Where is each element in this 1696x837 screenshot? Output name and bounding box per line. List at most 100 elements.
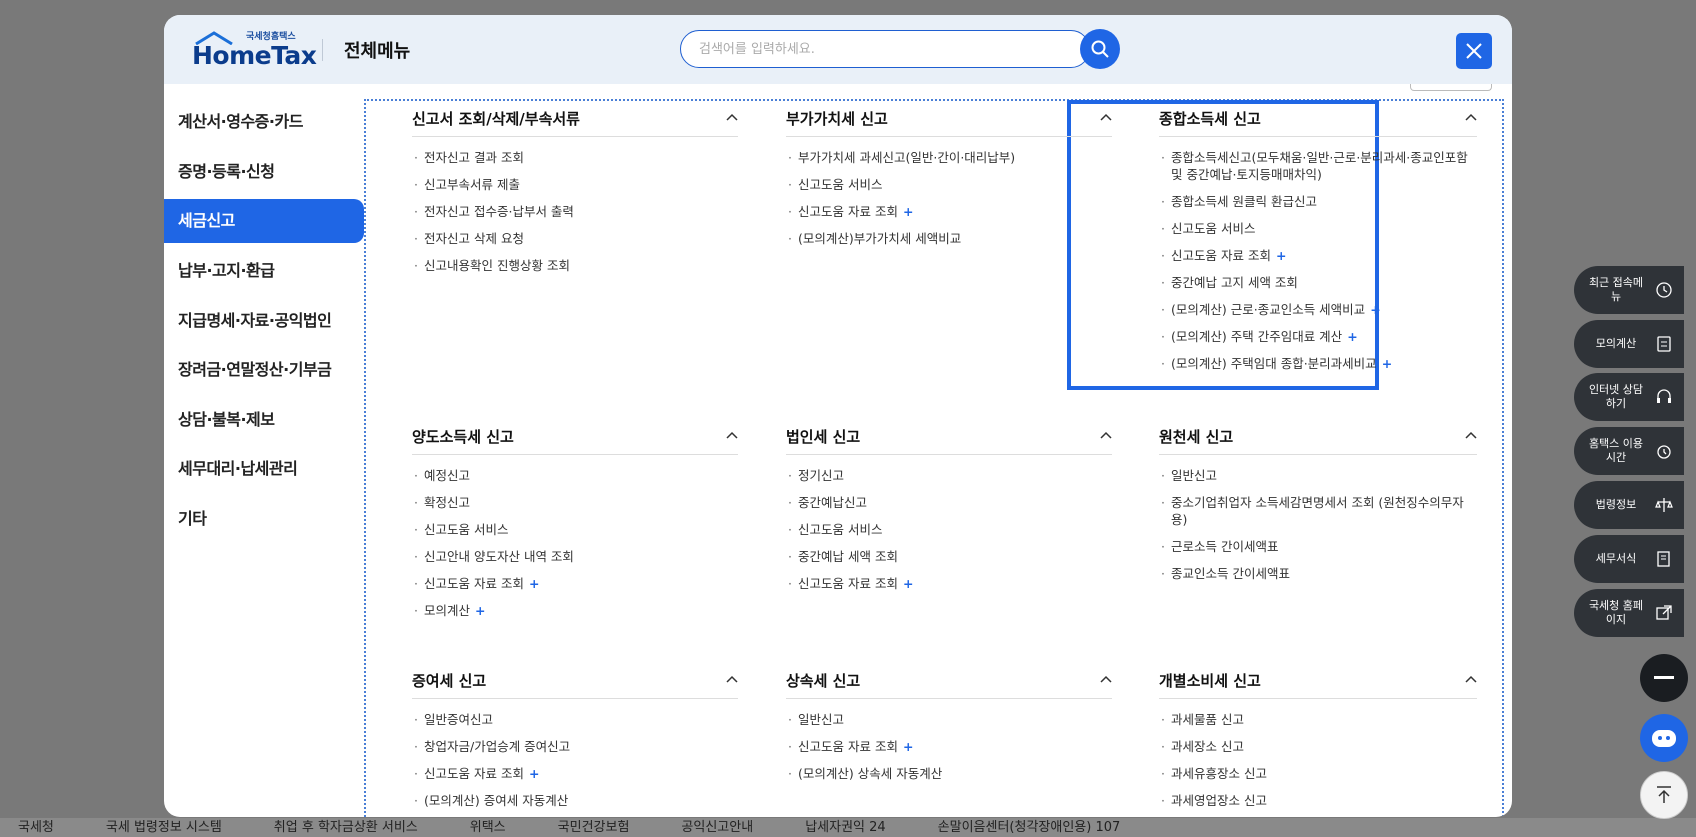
menu-link[interactable]: (모의계산) 주택 간주임대료 계산 +	[1159, 328, 1477, 345]
section-title: 개별소비세 신고	[1159, 671, 1261, 690]
search-button[interactable]	[1080, 29, 1120, 69]
menu-link[interactable]: 신고도움 자료 조회 +	[412, 765, 738, 782]
expand-plus-icon[interactable]: +	[903, 204, 913, 219]
quick-menu-button[interactable]: 인터넷 상담하기	[1574, 373, 1684, 421]
sidebar-item[interactable]: 계산서·영수증·카드	[164, 97, 364, 147]
menu-link-label: 신고도움 서비스	[424, 522, 509, 537]
menu-link[interactable]: (모의계산) 근로·종교인소득 세액비교 +	[1159, 301, 1477, 318]
menu-link[interactable]: 신고부속서류 제출	[412, 176, 738, 193]
menu-link[interactable]: 일반신고	[1159, 467, 1477, 484]
footer-link[interactable]: 위택스	[452, 818, 540, 837]
collapse-quick-menu-button[interactable]	[1640, 654, 1688, 702]
chevron-up-icon	[1100, 675, 1112, 683]
menu-link[interactable]: 종합소득세신고(모두채움·일반·근로·분리과세·종교인포함 및 중간예납·토지등…	[1159, 149, 1477, 183]
menu-link[interactable]: (모의계산) 주택임대 종합·분리과세비교 +	[1159, 355, 1477, 372]
quick-menu-button[interactable]: 국세청 홈페이지	[1574, 589, 1684, 637]
quick-menu-button[interactable]: 법령정보	[1574, 481, 1684, 529]
menu-link[interactable]: 전자신고 결과 조회	[412, 149, 738, 166]
expand-plus-icon[interactable]: +	[1370, 302, 1380, 317]
sidebar-item[interactable]: 세무대리·납세관리	[164, 444, 364, 494]
menu-link[interactable]: 신고도움 자료 조회 +	[412, 575, 738, 592]
footer-link[interactable]: 국세 법령정보 시스템	[88, 818, 256, 837]
menu-link[interactable]: 신고도움 자료 조회 +	[1159, 247, 1477, 264]
menu-link[interactable]: 신고도움 서비스	[1159, 220, 1477, 237]
menu-link[interactable]: 신고도움 서비스	[786, 176, 1112, 193]
menu-link[interactable]: 중간예납 고지 세액 조회	[1159, 274, 1477, 291]
section-header[interactable]: 개별소비세 신고	[1159, 662, 1477, 699]
section-header[interactable]: 신고서 조회/삭제/부속서류	[412, 100, 738, 137]
menu-link[interactable]: 전자신고 접수증·납부서 출력	[412, 203, 738, 220]
menu-link[interactable]: 종교인소득 간이세액표	[1159, 565, 1477, 582]
menu-link[interactable]: 과세장소 신고	[1159, 738, 1477, 755]
expand-plus-icon[interactable]: +	[1382, 356, 1392, 371]
sidebar-item[interactable]: 지급명세·자료·공익법인	[164, 296, 364, 346]
menu-link[interactable]: 신고도움 자료 조회 +	[786, 575, 1112, 592]
quick-menu-button[interactable]: 모의계산	[1574, 320, 1684, 368]
footer-link[interactable]: 손말이음센터(청각장애인용) 107	[920, 818, 1155, 837]
menu-link[interactable]: 과세영업장소 신고	[1159, 792, 1477, 809]
partial-button[interactable]	[1410, 84, 1492, 91]
menu-link[interactable]: 신고도움 서비스	[412, 521, 738, 538]
menu-link[interactable]: 중소기업취업자 소득세감면명세서 조회 (원천징수의무자용)	[1159, 494, 1477, 528]
menu-link[interactable]: 창업자금/가업승계 증여신고	[412, 738, 738, 755]
menu-link[interactable]: 중간예납 세액 조회	[786, 548, 1112, 565]
section-header[interactable]: 종합소득세 신고	[1159, 100, 1477, 137]
expand-plus-icon[interactable]: +	[903, 576, 913, 591]
expand-plus-icon[interactable]: +	[903, 739, 913, 754]
menu-link[interactable]: 신고도움 서비스	[786, 521, 1112, 538]
sidebar-item[interactable]: 기타	[164, 494, 364, 544]
section-header[interactable]: 원천세 신고	[1159, 418, 1477, 455]
sidebar-item[interactable]: 납부·고지·환급	[164, 246, 364, 296]
menu-link[interactable]: 부가가치세 과세신고(일반·간이·대리납부)	[786, 149, 1112, 166]
quick-menu-button[interactable]: 세무서식	[1574, 535, 1684, 583]
menu-link[interactable]: 신고도움 자료 조회 +	[786, 738, 1112, 755]
menu-link[interactable]: 중간예납신고	[786, 494, 1112, 511]
expand-plus-icon[interactable]: +	[529, 576, 539, 591]
menu-link[interactable]: 확정신고	[412, 494, 738, 511]
menu-link[interactable]: (모의계산) 상속세 자동계산	[786, 765, 1112, 782]
menu-link[interactable]: 일반신고	[786, 711, 1112, 728]
section-header[interactable]: 법인세 신고	[786, 418, 1112, 455]
menu-link[interactable]: 종합소득세 원클릭 환급신고	[1159, 193, 1477, 210]
footer-link[interactable]: 납세자권익 24	[787, 818, 919, 837]
scroll-top-button[interactable]	[1640, 771, 1688, 819]
menu-link[interactable]: (모의계산)부가가치세 세액비교	[786, 230, 1112, 247]
footer-link[interactable]: 국민건강보험	[540, 818, 664, 837]
sidebar-item[interactable]: 증명·등록·신청	[164, 147, 364, 197]
sidebar-item[interactable]: 상담·불복·제보	[164, 395, 364, 445]
full-menu-modal: 국세청홈택스 HomeTax 전체메뉴 계산서·영수증·카드 증명·등록·신청 …	[164, 15, 1512, 817]
chevron-up-icon	[1100, 431, 1112, 439]
menu-link[interactable]: 신고안내 양도자산 내역 조회	[412, 548, 738, 565]
sidebar-item[interactable]: 장려금·연말정산·기부금	[164, 345, 364, 395]
footer-link[interactable]: 국세청	[0, 818, 88, 837]
section-header[interactable]: 부가가치세 신고	[786, 100, 1112, 137]
menu-link[interactable]: 과세유흥장소 신고	[1159, 765, 1477, 782]
menu-link[interactable]: 근로소득 간이세액표	[1159, 538, 1477, 555]
section-header[interactable]: 증여세 신고	[412, 662, 738, 699]
menu-link[interactable]: (모의계산) 증여세 자동계산	[412, 792, 738, 809]
menu-link[interactable]: 신고도움 자료 조회 +	[786, 203, 1112, 220]
menu-link[interactable]: 모의계산 +	[412, 602, 738, 619]
section-header[interactable]: 양도소득세 신고	[412, 418, 738, 455]
quick-menu-button[interactable]: 홈택스 이용시간	[1574, 427, 1684, 475]
footer-link[interactable]: 공익신고안내	[663, 818, 787, 837]
chatbot-button[interactable]	[1640, 714, 1688, 762]
menu-link[interactable]: 신고내용확인 진행상황 조회	[412, 257, 738, 274]
search-input[interactable]	[680, 30, 1090, 68]
menu-link[interactable]: 과세물품 신고	[1159, 711, 1477, 728]
expand-plus-icon[interactable]: +	[529, 766, 539, 781]
section-header[interactable]: 상속세 신고	[786, 662, 1112, 699]
expand-plus-icon[interactable]: +	[475, 603, 485, 618]
menu-link[interactable]: 일반증여신고	[412, 711, 738, 728]
hometax-logo[interactable]: 국세청홈택스 HomeTax	[192, 29, 317, 73]
sidebar-item-active[interactable]: 세금신고	[164, 199, 364, 243]
quick-menu-button[interactable]: 최근 접속메뉴	[1574, 266, 1684, 314]
close-button[interactable]	[1456, 33, 1492, 69]
quick-menu-label: 국세청 홈페이지	[1588, 599, 1644, 626]
menu-link[interactable]: 예정신고	[412, 467, 738, 484]
menu-link[interactable]: 전자신고 삭제 요청	[412, 230, 738, 247]
expand-plus-icon[interactable]: +	[1276, 248, 1286, 263]
menu-link[interactable]: 정기신고	[786, 467, 1112, 484]
expand-plus-icon[interactable]: +	[1347, 329, 1357, 344]
footer-link[interactable]: 취업 후 학자금상환 서비스	[256, 818, 452, 837]
